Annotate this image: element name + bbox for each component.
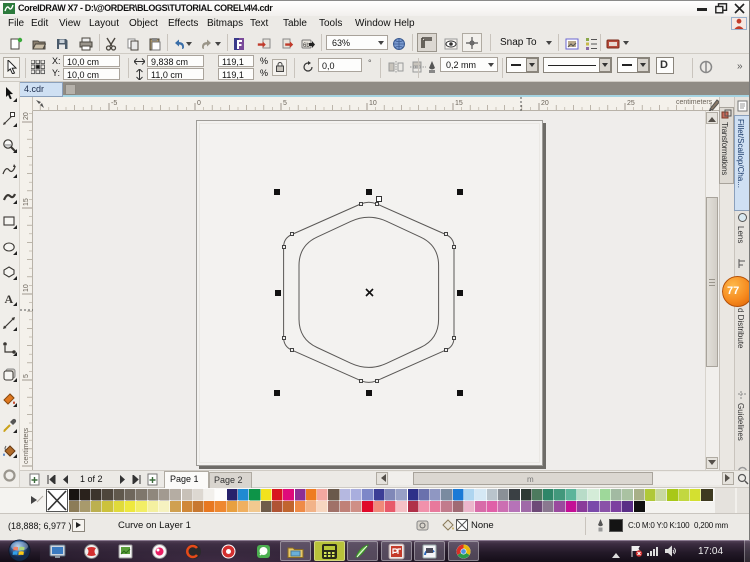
svg-text:10: 10 xyxy=(369,100,377,107)
svg-text:5: 5 xyxy=(283,100,287,107)
svg-text:15: 15 xyxy=(455,100,463,107)
svg-text:20: 20 xyxy=(23,112,30,120)
svg-text:A: A xyxy=(5,292,14,306)
svg-text:25: 25 xyxy=(627,100,635,107)
svg-text:centimeters: centimeters xyxy=(23,427,30,464)
svg-text:15: 15 xyxy=(23,198,30,206)
svg-text:10: 10 xyxy=(23,284,30,292)
svg-text:-5: -5 xyxy=(111,100,117,107)
svg-text:0: 0 xyxy=(197,100,201,107)
svg-text:20: 20 xyxy=(541,100,549,107)
svg-text:5: 5 xyxy=(23,374,30,378)
